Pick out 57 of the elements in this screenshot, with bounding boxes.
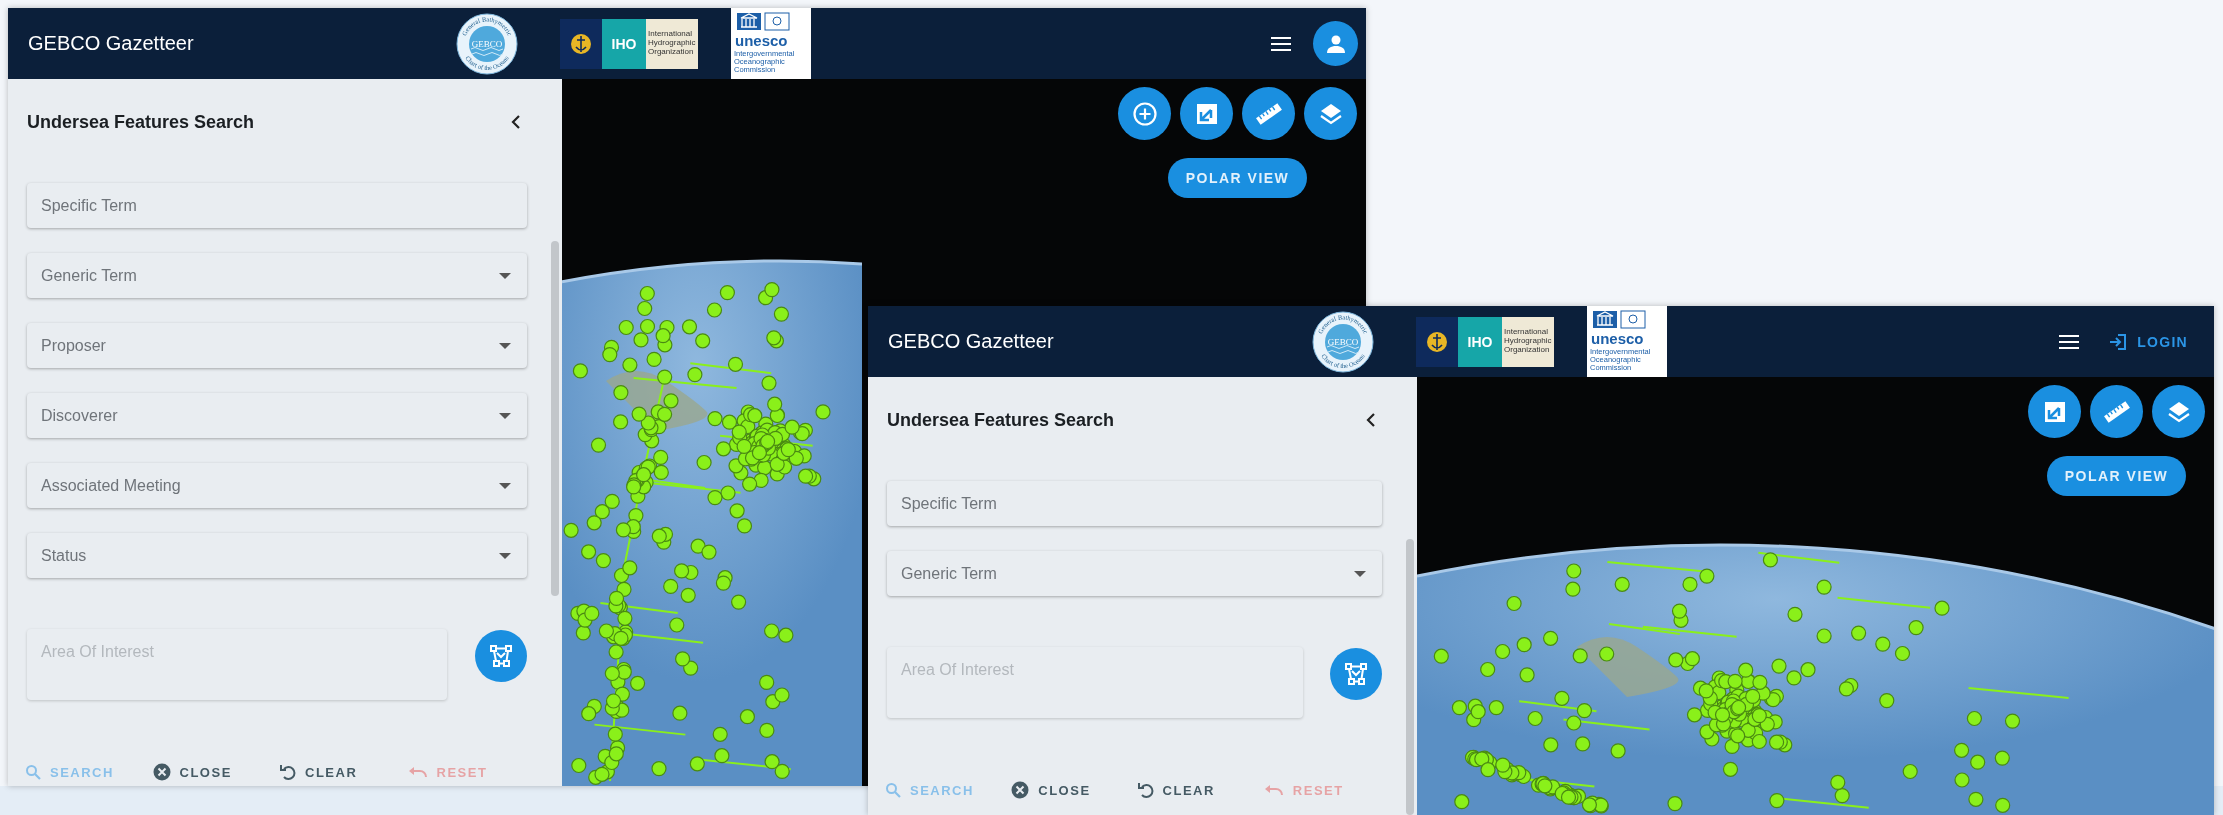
app-title: GEBCO Gazetteer xyxy=(887,330,1055,353)
polygon-icon xyxy=(489,644,514,668)
clear-button[interactable]: CLEAR xyxy=(272,754,400,786)
magnifier-icon xyxy=(885,782,901,798)
measure-button[interactable] xyxy=(1242,87,1295,140)
login-icon xyxy=(2109,332,2128,351)
dropdown-field[interactable]: Proposer xyxy=(27,323,528,368)
magnifier-icon xyxy=(25,764,41,780)
scrollbar[interactable] xyxy=(551,241,560,596)
dropdown-field[interactable]: Generic Term xyxy=(887,551,1383,596)
close-button[interactable]: CLOSE xyxy=(144,754,273,786)
panel-title: Undersea Features Search xyxy=(887,409,1115,431)
dropdown-field[interactable]: Status xyxy=(27,533,528,578)
app-title: GEBCO Gazetteer xyxy=(27,32,195,55)
iho-logo: IHO International Hydrographic Organization xyxy=(1416,316,1555,367)
close-circle-icon xyxy=(152,763,171,781)
draw-area-button[interactable] xyxy=(475,630,528,682)
layers-button[interactable] xyxy=(2152,385,2205,438)
undo-icon xyxy=(1137,781,1154,799)
panel-title: Undersea Features Search xyxy=(27,111,255,133)
dropdown-field[interactable]: Discoverer xyxy=(27,393,528,438)
scrollbar[interactable] xyxy=(1406,539,1415,815)
reset-arrow-icon xyxy=(407,765,428,779)
extent-button[interactable] xyxy=(1180,87,1233,140)
measure-button[interactable] xyxy=(2090,385,2143,438)
polar-view-button[interactable]: POLAR VIEW xyxy=(2046,456,2187,496)
dropdown-field[interactable]: Generic Term xyxy=(27,253,528,298)
globe-map-drawing[interactable] xyxy=(1417,543,2214,815)
menu-icon[interactable] xyxy=(2058,332,2081,351)
person-icon xyxy=(1325,33,1346,54)
close-button[interactable]: CLOSE xyxy=(1003,772,1130,808)
caret-icon xyxy=(1354,570,1367,577)
layers-button[interactable] xyxy=(1304,87,1357,140)
login-button[interactable]: LOGIN xyxy=(2101,323,2206,360)
draw-area-button[interactable] xyxy=(1330,648,1383,700)
dropdown-field[interactable]: Associated Meeting xyxy=(27,463,528,508)
layers-icon xyxy=(1318,101,1343,126)
caret-icon xyxy=(499,552,512,559)
user-avatar-button[interactable] xyxy=(1313,21,1358,66)
menu-icon[interactable] xyxy=(1270,34,1292,53)
zoom-in-button[interactable] xyxy=(1118,87,1171,140)
clear-button[interactable]: CLEAR xyxy=(1129,772,1256,808)
polygon-icon xyxy=(1344,662,1369,686)
text-field[interactable]: Specific Term xyxy=(887,481,1383,526)
reset-arrow-icon xyxy=(1263,783,1284,797)
plus-circle-icon xyxy=(1131,100,1158,127)
caret-icon xyxy=(499,412,512,419)
iho-logo: IHO International Hydrographic Organization xyxy=(560,18,699,69)
caret-icon xyxy=(499,342,512,349)
extent-button[interactable] xyxy=(2028,385,2081,438)
caret-icon xyxy=(499,482,512,489)
close-circle-icon xyxy=(1011,781,1030,799)
caret-icon xyxy=(499,272,512,279)
undo-icon xyxy=(280,763,297,781)
polar-view-button[interactable]: POLAR VIEW xyxy=(1167,158,1308,198)
text-field[interactable]: Specific Term xyxy=(27,183,528,228)
layers-icon xyxy=(2166,399,2191,424)
